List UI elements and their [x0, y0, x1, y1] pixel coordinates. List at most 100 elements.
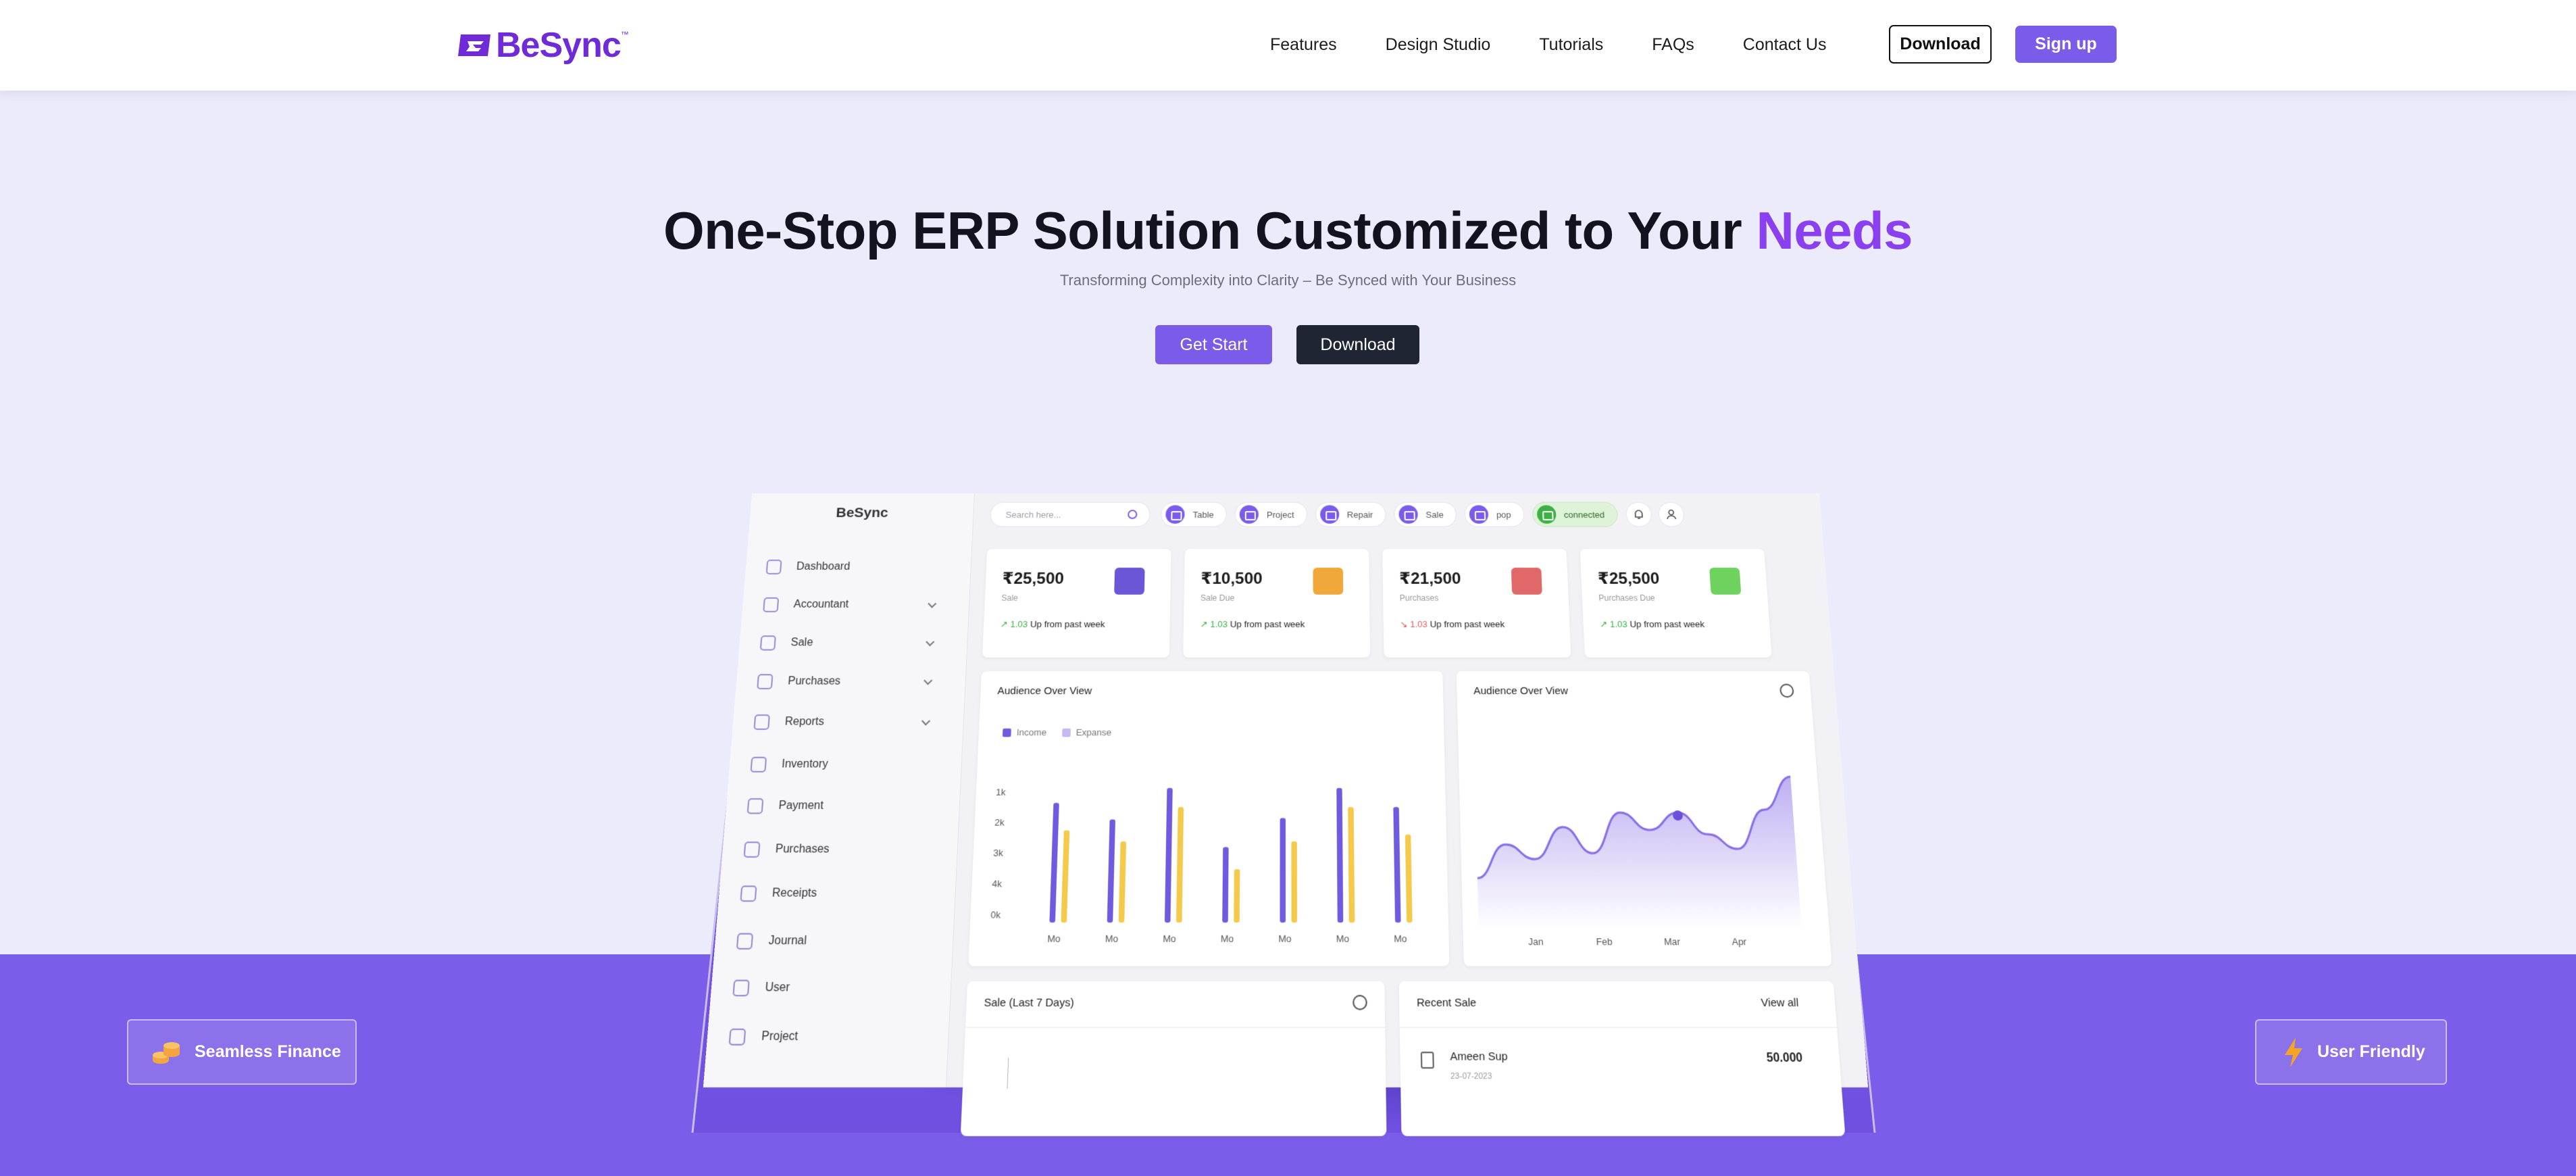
bar-income [1222, 847, 1229, 923]
hero-download-button[interactable]: Download [1296, 325, 1419, 364]
sidebar-item-sale[interactable]: Sale [759, 633, 940, 653]
sidebar-item-label: Dashboard [796, 560, 851, 572]
sidebar-item-purchases[interactable]: Purchases [743, 839, 930, 860]
bar-expanse [1061, 830, 1070, 923]
x-tick-label: Mo [1394, 933, 1407, 944]
bar-income [1336, 787, 1344, 923]
sidebar-item-accountant[interactable]: Accountant [763, 595, 942, 615]
payment-icon [747, 798, 764, 814]
receipt-icon [1420, 1051, 1434, 1069]
whatsapp-connected-chip[interactable]: connected [1532, 501, 1619, 527]
purchases-icon [743, 841, 761, 858]
pop-icon [1469, 505, 1489, 524]
stat-trend: ↗ 1.03 Up from past week [1600, 619, 1705, 630]
dashboard-search-input[interactable]: Search here... [989, 501, 1151, 527]
chip-project[interactable]: Project [1234, 501, 1307, 527]
reports-icon [753, 714, 770, 730]
get-start-button[interactable]: Get Start [1155, 325, 1272, 364]
area-chart-panel: Audience Over View Jan Feb Mar Apr [1456, 671, 1832, 966]
y-tick-label: 4k [992, 878, 1003, 889]
trend-up-icon: ↗ [1200, 618, 1211, 630]
bar-expanse [1405, 834, 1413, 923]
bar-expanse [1348, 807, 1355, 923]
area-fill [1474, 777, 1802, 931]
project-icon [1239, 505, 1259, 524]
chip-pop[interactable]: pop [1464, 501, 1525, 527]
sidebar-item-label: Journal [768, 934, 807, 948]
nav-link-features[interactable]: Features [1270, 30, 1337, 59]
logo-text: BeSync [496, 26, 622, 65]
sidebar-item-receipts[interactable]: Receipts [740, 883, 928, 905]
besync-logo[interactable]: BeSync ™ [458, 26, 629, 65]
sidebar-item-label: Purchases [787, 675, 841, 687]
stat-trend-text: Up from past week [1030, 618, 1105, 630]
chip-sale[interactable]: Sale [1394, 501, 1457, 527]
chip-repair[interactable]: Repair [1315, 501, 1386, 527]
hero-title: One-Stop ERP Solution Customized to Your… [0, 200, 2576, 262]
search-placeholder: Search here... [1005, 509, 1061, 520]
stat-icon [1709, 567, 1742, 595]
stat-card-purchases-due: ₹25,500 Purchases Due ↗ 1.03 Up from past … [1580, 549, 1772, 658]
bar-expanse [1176, 807, 1184, 923]
sale-panel-title: Sale (Last 7 Days) [984, 996, 1074, 1010]
x-tick-label: Mo [1047, 933, 1061, 944]
nav-signup-button[interactable]: Sign up [2015, 26, 2117, 63]
sidebar-item-payment[interactable]: Payment [747, 795, 932, 817]
user-friendly-label: User Friendly [2317, 1042, 2425, 1061]
notification-bell-button[interactable] [1625, 501, 1652, 527]
dashboard-logo: BeSync [835, 505, 889, 520]
stat-card-sale-due: ₹10,500 Sale Due ↗ 1.03 Up from past week [1183, 549, 1371, 658]
nav-download-button[interactable]: Download [1889, 25, 1992, 64]
bar-income [1280, 818, 1286, 923]
coins-icon [153, 1042, 180, 1064]
user-friendly-badge[interactable]: User Friendly [2255, 1019, 2447, 1085]
sidebar-item-project[interactable]: Project [728, 1025, 920, 1048]
sidebar-item-dashboard[interactable]: Dashboard [765, 557, 944, 577]
chip-table[interactable]: Table [1161, 501, 1227, 527]
nav-link-design-studio[interactable]: Design Studio [1386, 30, 1491, 59]
stat-trend: ↗ 1.03 Up from past week [1000, 619, 1105, 630]
search-icon [1128, 510, 1138, 519]
journal-icon [736, 933, 754, 950]
sidebar-item-purchases[interactable]: Purchases [757, 671, 939, 692]
sidebar-item-reports[interactable]: Reports [753, 712, 936, 733]
seamless-finance-badge[interactable]: Seamless Finance [127, 1019, 357, 1085]
more-options-icon[interactable] [1353, 995, 1367, 1010]
stat-pct: 1.03 [1410, 618, 1428, 630]
sidebar-item-journal[interactable]: Journal [736, 930, 925, 952]
stat-label: Purchases [1399, 593, 1439, 603]
stat-trend: ↘ 1.03 Up from past week [1400, 619, 1505, 630]
view-all-link[interactable]: View all [1761, 996, 1799, 1009]
user-profile-button[interactable] [1657, 501, 1685, 527]
y-tick-label: 0k [990, 909, 1001, 921]
bar-expanse [1234, 869, 1240, 923]
sidebar-item-label: Receipts [772, 887, 817, 900]
nav-link-faqs[interactable]: FAQs [1652, 30, 1694, 59]
x-tick-label: Jan [1528, 936, 1544, 948]
chip-label: Sale [1425, 509, 1444, 520]
hero-title-main: One-Stop ERP Solution Customized to Your [663, 201, 1757, 260]
whatsapp-icon [1536, 505, 1557, 524]
nav-links: Features Design Studio Tutorials FAQs Co… [1270, 30, 1875, 59]
nav-link-contact-us[interactable]: Contact Us [1743, 30, 1827, 59]
sidebar-item-user[interactable]: User [732, 977, 923, 1000]
recent-sale-amount: 50.000 [1766, 1051, 1803, 1065]
dashboard-sidebar: BeSync Dashboard Accountant Sale Purchases R… [703, 493, 975, 1087]
bar-income [1107, 819, 1115, 923]
divider [965, 1027, 1386, 1028]
inventory-icon [750, 756, 767, 773]
stat-trend-text: Up from past week [1630, 618, 1705, 630]
nav-link-tutorials[interactable]: Tutorials [1539, 30, 1603, 59]
lightning-icon [2285, 1037, 2302, 1067]
purchases-icon [757, 674, 774, 689]
bar-income [1164, 787, 1173, 923]
dashboard-mockup: BeSync Dashboard Accountant Sale Purchases R… [703, 493, 1869, 1137]
stat-icon [1313, 567, 1344, 595]
table-icon [1165, 505, 1185, 524]
sidebar-item-inventory[interactable]: Inventory [750, 754, 934, 775]
y-tick-label: 3k [993, 848, 1004, 858]
stat-pct: 1.03 [1010, 618, 1028, 630]
x-tick-label: Mo [1278, 933, 1291, 944]
chip-label: Project [1266, 509, 1294, 520]
sidebar-item-label: Project [761, 1030, 799, 1044]
